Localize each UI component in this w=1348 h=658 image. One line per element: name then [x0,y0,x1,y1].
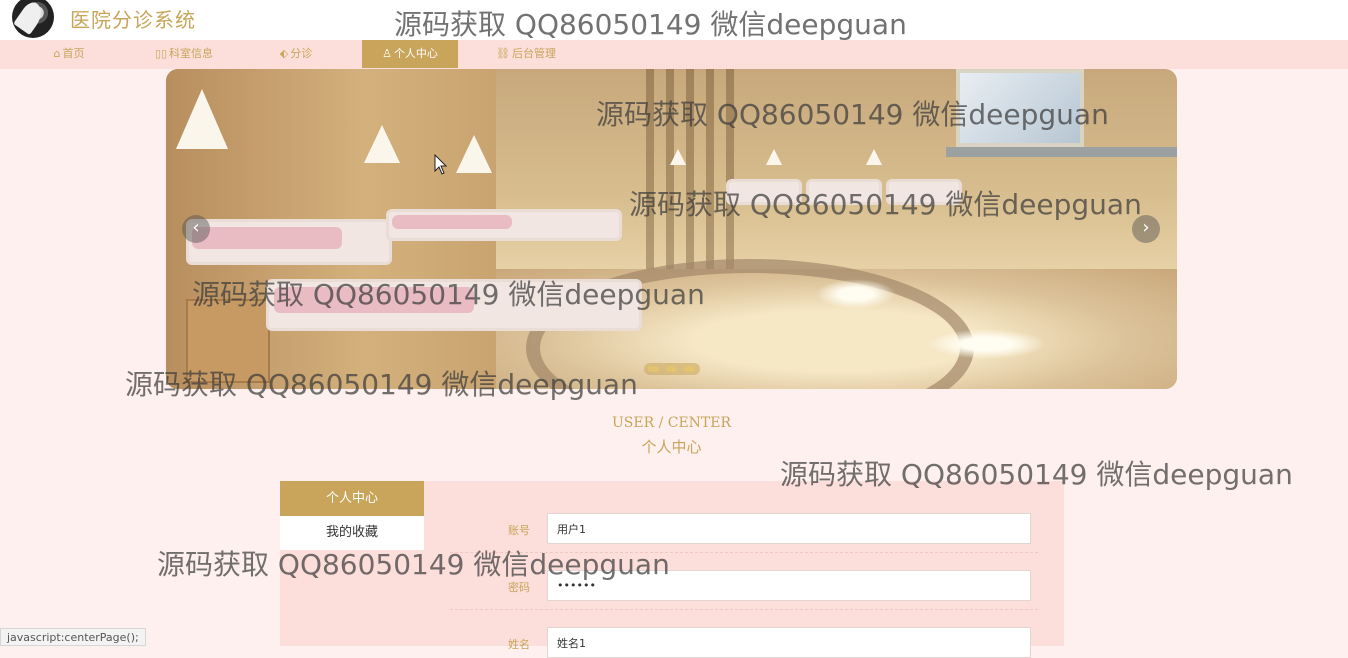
carousel-next-button[interactable]: › [1132,215,1160,243]
columns-icon: ▯▯ [154,47,168,60]
top-header: 医院分诊系统 [0,0,1348,40]
banner-bed [806,179,882,205]
nav-item-departments[interactable]: ▯▯ 科室信息 [143,40,225,68]
form-divider [450,609,1038,610]
logo-avatar [12,0,54,38]
carousel-dot[interactable] [666,366,677,372]
nav-item-label: 后台管理 [511,47,556,60]
hero-carousel[interactable]: ‹ › [166,69,1177,389]
banner-window [956,69,1084,147]
nav-item-label: 首页 [62,47,85,60]
banner-bed-sheet [192,227,342,249]
section-title-en: USER / CENTER [611,415,732,431]
link-icon: ⛓ [496,47,510,60]
banner-floor-light [816,279,896,309]
profile-form-panel [424,481,1064,646]
banner-bed-sheet [274,287,474,313]
banner-floor-light [926,329,1046,359]
account-field[interactable] [547,513,1031,544]
banner-decor [706,69,714,279]
name-label: 姓名 [508,638,530,651]
main-nav: ⌂ 首页 ▯▯ 科室信息 ⬖ 分诊 ♙ 个人中心 ⛓ 后台管理 [0,40,1348,69]
banner-lamp [364,125,400,163]
home-icon: ⌂ [53,47,61,60]
mouse-cursor-icon [434,154,448,175]
name-field[interactable] [547,627,1031,658]
nav-item-label: 个人中心 [393,47,438,60]
nav-item-user-center[interactable]: ♙ 个人中心 [362,40,458,68]
chevron-right-icon: › [1142,217,1150,238]
user-icon: ♙ [382,47,392,60]
banner-decor [726,69,734,279]
banner-lamp [766,149,782,165]
banner-decor [646,69,654,279]
nav-item-home[interactable]: ⌂ 首页 [40,40,98,68]
nav-item-admin[interactable]: ⛓ 后台管理 [486,40,566,68]
banner-lamp [670,149,686,165]
chevron-left-icon: ‹ [192,217,200,238]
banner-lamp [176,89,228,149]
sidebar-item-user-center[interactable]: 个人中心 [280,481,424,516]
nav-item-triage[interactable]: ⬖ 分诊 [266,40,326,68]
site-title: 医院分诊系统 [70,8,196,32]
banner-decor [686,69,694,279]
carousel-prev-button[interactable]: ‹ [182,215,210,243]
banner-lamp [866,149,882,165]
banner-lamp [456,135,492,173]
banner-decor [666,69,674,279]
form-divider [450,552,1038,553]
carousel-indicators [644,363,700,375]
account-label: 账号 [508,524,530,537]
carousel-dot[interactable] [684,366,695,372]
banner-cabinet [186,299,270,383]
browser-status-bar: javascript:centerPage(); [0,628,146,646]
sidebar-background [280,550,424,646]
sidebar-item-favorites[interactable]: 我的收藏 [280,516,424,550]
nav-item-label: 科室信息 [169,47,214,60]
tag-icon: ⬖ [279,47,289,60]
password-field[interactable] [547,570,1031,601]
password-label: 密码 [508,581,530,594]
carousel-dot[interactable] [648,366,659,372]
banner-bed [886,179,962,205]
banner-rail [946,147,1177,157]
banner-bed-sheet [392,215,512,229]
section-title-cn: 个人中心 [641,438,702,456]
banner-bed [726,179,802,205]
nav-item-label: 分诊 [290,47,313,60]
